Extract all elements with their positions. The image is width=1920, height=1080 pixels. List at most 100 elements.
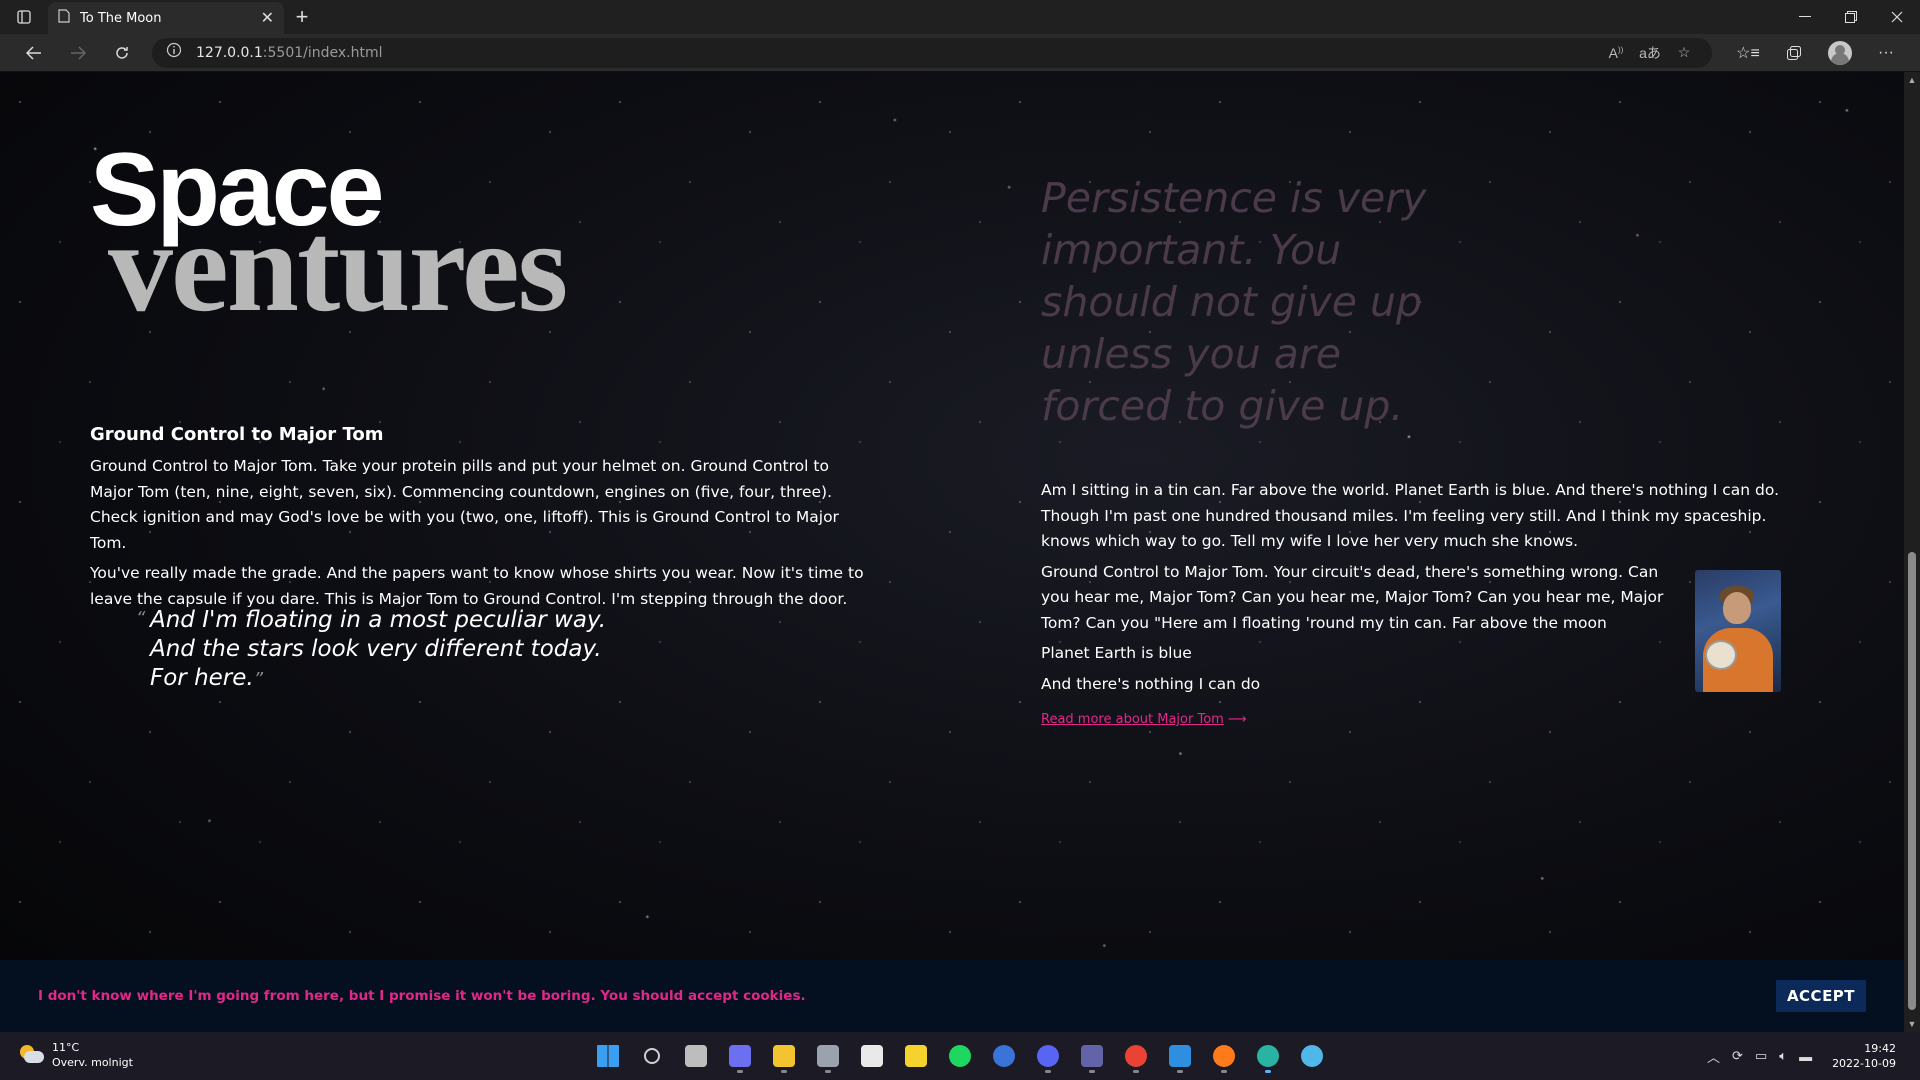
forward-button[interactable] — [56, 36, 100, 70]
quote-line-2: And the stars look very different today. — [150, 636, 602, 662]
arrow-right-icon: ⟶ — [1227, 712, 1247, 727]
firefox-glyph — [1213, 1045, 1235, 1067]
store-glyph — [861, 1045, 883, 1067]
running-indicator — [781, 1070, 787, 1073]
page-icon — [58, 8, 70, 28]
new-tab-button[interactable]: + — [284, 4, 320, 30]
weather-widget[interactable]: 11°C Overv. molnigt — [18, 1040, 133, 1070]
vscode-glyph — [1169, 1045, 1191, 1067]
task-view-glyph — [685, 1045, 707, 1067]
clock-time: 19:42 — [1864, 1042, 1896, 1055]
paint-icon[interactable] — [1294, 1038, 1330, 1074]
start-icon[interactable] — [590, 1038, 626, 1074]
browser-tab-bar: To The Moon ✕ + — [0, 0, 1920, 34]
sync-icon[interactable]: ⟳ — [1732, 1048, 1743, 1064]
brand-space: Space — [90, 132, 384, 248]
right-paragraph-2: Ground Control to Major Tom. Your circui… — [1041, 562, 1664, 632]
system-tray: ︿ ⟳ ▭ 🔈︎ ▬ 19:42 2022-10-09 — [1707, 1032, 1896, 1080]
chrome-glyph — [1125, 1045, 1147, 1067]
accept-cookies-button[interactable]: ACCEPT — [1776, 980, 1866, 1012]
teams-icon[interactable] — [1074, 1038, 1110, 1074]
network-icon[interactable]: ▭ — [1755, 1048, 1767, 1064]
spotify-icon[interactable] — [942, 1038, 978, 1074]
chrome-icon[interactable] — [1118, 1038, 1154, 1074]
volume-icon[interactable]: 🔈︎ — [1779, 1048, 1787, 1064]
avatar — [1828, 40, 1852, 65]
sticky-notes-glyph — [905, 1045, 927, 1067]
app-blue-icon[interactable] — [986, 1038, 1022, 1074]
page-scrollbar[interactable]: ▲ ▼ — [1904, 72, 1920, 1032]
astronaut-image — [1695, 569, 1781, 692]
url-field[interactable]: 127.0.0.1:5501/index.html A)) aあ ☆ — [152, 37, 1712, 68]
clock[interactable]: 19:42 2022-10-09 — [1832, 1041, 1896, 1071]
astronaut-face — [1723, 591, 1751, 624]
vscode-icon[interactable] — [1162, 1038, 1198, 1074]
running-indicator — [1177, 1070, 1183, 1073]
task-view-icon[interactable] — [678, 1038, 714, 1074]
running-indicator — [737, 1070, 743, 1073]
store-icon[interactable] — [854, 1038, 890, 1074]
settings-glyph — [817, 1045, 839, 1067]
file-explorer-glyph — [773, 1045, 795, 1067]
sticky-notes-icon[interactable] — [898, 1038, 934, 1074]
pull-quote: “ And I'm floating in a most peculiar wa… — [136, 606, 670, 694]
url-path: :5501/index.html — [262, 44, 383, 61]
edge-glyph — [1257, 1045, 1279, 1067]
clock-date: 2022-10-09 — [1832, 1057, 1896, 1070]
start-glyph — [597, 1045, 619, 1067]
right-paragraph-4: And there's nothing I can do — [1041, 674, 1261, 693]
info-icon[interactable] — [166, 42, 182, 63]
discord-icon[interactable] — [1030, 1038, 1066, 1074]
back-button[interactable] — [12, 36, 56, 70]
file-explorer-icon[interactable] — [766, 1038, 802, 1074]
running-indicator — [1265, 1070, 1271, 1073]
running-indicator — [1045, 1070, 1051, 1073]
more-menu-icon[interactable]: ··· — [1864, 36, 1908, 70]
firefox-icon[interactable] — [1206, 1038, 1242, 1074]
search-icon[interactable] — [634, 1038, 670, 1074]
address-bar-row: 127.0.0.1:5501/index.html A)) aあ ☆ ☆≡ ··… — [0, 34, 1920, 72]
running-indicator — [1133, 1070, 1139, 1073]
running-indicator — [825, 1070, 831, 1073]
chat-glyph — [729, 1045, 751, 1067]
close-window-button[interactable] — [1874, 0, 1920, 34]
quote-line-3: For here. — [150, 665, 254, 691]
cookie-banner: I don't know where I'm going from here, … — [0, 960, 1904, 1032]
refresh-button[interactable] — [100, 36, 144, 70]
right-paragraph-1: Am I sitting in a tin can. Far above the… — [1041, 481, 1780, 550]
close-tab-icon[interactable]: ✕ — [261, 8, 274, 28]
collections-icon[interactable] — [1772, 36, 1816, 70]
battery-icon[interactable]: ▬ — [1799, 1049, 1812, 1064]
settings-icon[interactable] — [810, 1038, 846, 1074]
read-more-link[interactable]: Read more about Major Tom ⟶ — [1041, 712, 1246, 727]
brand-logo: ventures Space — [90, 132, 670, 332]
translate-icon[interactable]: aあ — [1636, 43, 1664, 63]
partly-cloudy-icon — [18, 1045, 44, 1065]
edge-icon[interactable] — [1250, 1038, 1286, 1074]
profile-avatar[interactable] — [1818, 36, 1862, 70]
teams-glyph — [1081, 1045, 1103, 1067]
restore-button[interactable] — [1828, 0, 1874, 34]
favorite-add-icon[interactable]: ☆ — [1670, 44, 1698, 61]
minimize-button[interactable] — [1782, 0, 1828, 34]
weather-desc: Overv. molnigt — [52, 1056, 133, 1069]
article-paragraph-2: You've really made the grade. And the pa… — [90, 564, 864, 608]
spotify-glyph — [949, 1045, 971, 1067]
chevron-up-icon[interactable]: ︿ — [1707, 1047, 1720, 1066]
favorites-icon[interactable]: ☆≡ — [1726, 36, 1770, 70]
page-content: ventures Space Ground Control to Major T… — [0, 72, 1904, 1032]
running-indicator — [1221, 1070, 1227, 1073]
read-aloud-icon[interactable]: A)) — [1602, 45, 1630, 61]
tab-actions-icon[interactable] — [0, 0, 48, 34]
scroll-up-arrow[interactable]: ▲ — [1904, 72, 1920, 88]
scroll-thumb[interactable] — [1908, 552, 1916, 1010]
browser-tab[interactable]: To The Moon ✕ — [48, 2, 284, 34]
running-indicator — [1089, 1070, 1095, 1073]
chat-icon[interactable] — [722, 1038, 758, 1074]
quote-open-mark: “ — [136, 608, 146, 629]
cookie-message: I don't know where I'm going from here, … — [38, 988, 806, 1004]
taskbar-apps — [590, 1038, 1330, 1074]
article-heading: Ground Control to Major Tom — [90, 424, 384, 445]
scroll-down-arrow[interactable]: ▼ — [1904, 1016, 1920, 1032]
discord-glyph — [1037, 1045, 1059, 1067]
